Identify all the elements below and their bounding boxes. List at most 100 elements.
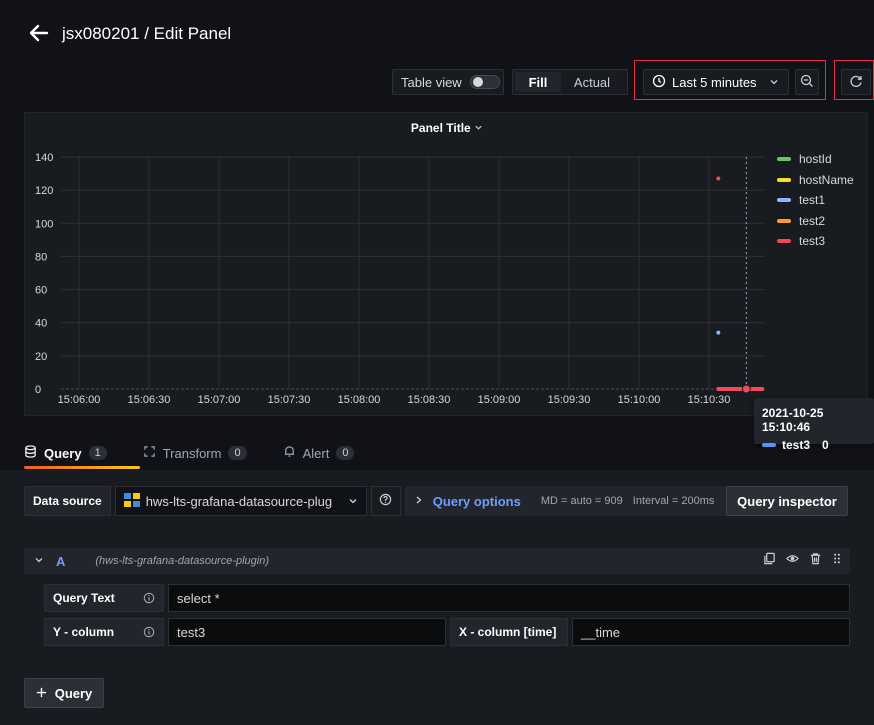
y-tick-label: 80 [35,251,47,263]
query-row-datasource: (hws-lts-grafana-datasource-plugin) [95,555,270,567]
add-query-button[interactable]: Query [24,678,104,708]
x-tick-label: 15:08:00 [338,394,381,406]
y-column-label: Y - column [44,618,164,646]
plus-icon [36,686,47,701]
legend-item-test1[interactable]: test1 [777,190,854,211]
tooltip-series: test3 [782,438,811,452]
data-source-help-button[interactable] [370,486,401,516]
x-column-input[interactable]: __time [572,618,850,646]
chevron-down-icon[interactable] [34,554,44,568]
tooltip-swatch [762,443,776,447]
eye-icon[interactable] [786,552,799,568]
query-inspector-button[interactable]: Query inspector [726,486,848,516]
clock-icon [652,74,666,91]
query-row-letter: A [56,553,66,569]
refresh-highlight [834,60,874,100]
refresh-button[interactable] [841,69,871,95]
legend-swatch [777,218,791,223]
legend-item-hostName[interactable]: hostName [777,170,854,191]
trash-icon[interactable] [809,552,822,568]
chart-tooltip: 2021-10-25 15:10:46 test3 0 [754,398,874,452]
x-tick-label: 15:07:00 [198,394,241,406]
x-tick-label: 15:10:00 [618,394,661,406]
legend-label: hostId [799,152,832,167]
x-tick-label: 15:09:30 [548,394,591,406]
zoom-out-icon [800,74,814,91]
fill-actual-radio: Fill Actual [512,69,628,95]
graph-panel: Panel Title 0 20 40 60 80 100 120 140 15:06:00 15… [24,112,868,416]
zoom-out-button[interactable] [795,69,819,95]
data-source-select[interactable]: hws-lts-grafana-datasource-plug [114,486,367,516]
refresh-icon [849,74,863,91]
legend-item-hostId[interactable]: hostId [777,149,854,170]
chevron-down-icon [769,75,779,90]
legend-label: hostName [799,172,854,187]
y-column-input[interactable]: test3 [168,618,446,646]
query-text-label: Query Text [44,584,164,612]
datasource-logo-icon [123,492,140,510]
info-circle-icon[interactable] [143,592,155,607]
tab-alert-badge: 0 [336,446,355,460]
hover-point-test3 [741,384,751,394]
y-tick-label: 40 [35,318,47,330]
database-icon [24,445,37,461]
legend-item-test3[interactable]: test3 [777,231,854,252]
interval-text: Interval = 200ms [632,495,715,507]
fill-option[interactable]: Fill [515,72,561,92]
x-tick-label: 15:09:00 [478,394,521,406]
x-column-label: X - column [time] [450,618,568,646]
y-tick-label: 0 [35,384,41,396]
graph-chart[interactable]: 0 20 40 60 80 100 120 140 15:06:00 15:06:30 15:07:… [25,113,869,417]
tab-transform-label: Transform [162,445,222,461]
legend-swatch [777,177,791,182]
y-tick-label: 20 [35,351,47,363]
y-column-label-text: Y - column [53,625,115,639]
chevron-down-icon [348,494,358,509]
x-tick-label: 15:06:30 [128,394,171,406]
chevron-right-icon [415,495,423,508]
tab-transform[interactable]: Transform 0 [143,436,263,470]
data-source-row: Data source hws-lts-grafana-datasource-p… [24,486,727,516]
tooltip-value: 0 [822,438,829,452]
back-arrow-icon[interactable] [28,22,50,44]
data-point-test1 [716,330,721,335]
table-view-toggle[interactable]: Table view [392,69,504,95]
query-text-label-text: Query Text [53,591,115,605]
query-editor: Data source hws-lts-grafana-datasource-p… [0,470,874,725]
tab-query[interactable]: Query 1 [24,436,123,470]
tooltip-series-row: test3 0 [762,438,866,452]
legend-swatch [777,198,791,203]
add-query-label: Query [54,685,93,701]
question-circle-icon [379,493,392,509]
chart-legend: hostId hostName test1 test2 test3 [777,149,854,252]
tab-alert[interactable]: Alert 0 [283,436,371,470]
md-text: MD = auto = 909 [540,495,623,507]
time-picker-button[interactable]: Last 5 minutes [643,69,789,95]
table-view-label: Table view [401,74,462,90]
time-range-highlight: Last 5 minutes [634,60,826,100]
x-tick-label: 15:07:30 [268,394,311,406]
query-row-header[interactable]: A (hws-lts-grafana-datasource-plugin) [24,548,850,574]
legend-swatch [777,157,791,162]
drag-handle-icon[interactable] [832,552,842,568]
x-tick-label: 15:06:00 [58,394,101,406]
panel-toolbar: Table view Fill Actual Last 5 minutes [0,60,874,104]
x-tick-label: 15:08:30 [408,394,451,406]
y-tick-label: 60 [35,285,47,297]
time-range-label: Last 5 minutes [672,74,757,90]
query-row-actions [763,552,842,568]
data-point-test3 [716,176,721,181]
bell-icon [283,445,296,461]
copy-icon[interactable] [763,552,776,568]
info-circle-icon[interactable] [143,626,155,641]
query-text-input[interactable]: select * [168,584,850,612]
transform-icon [143,445,156,461]
legend-label: test1 [799,193,826,208]
query-options-button[interactable]: Query options MD = auto = 909 Interval =… [404,486,727,516]
toggle-switch[interactable] [469,75,500,89]
tooltip-time: 2021-10-25 15:10:46 [762,406,824,434]
query-options-label: Query options [432,493,521,509]
actual-option[interactable]: Actual [561,72,623,92]
legend-swatch [777,239,791,244]
legend-item-test2[interactable]: test2 [777,211,854,232]
